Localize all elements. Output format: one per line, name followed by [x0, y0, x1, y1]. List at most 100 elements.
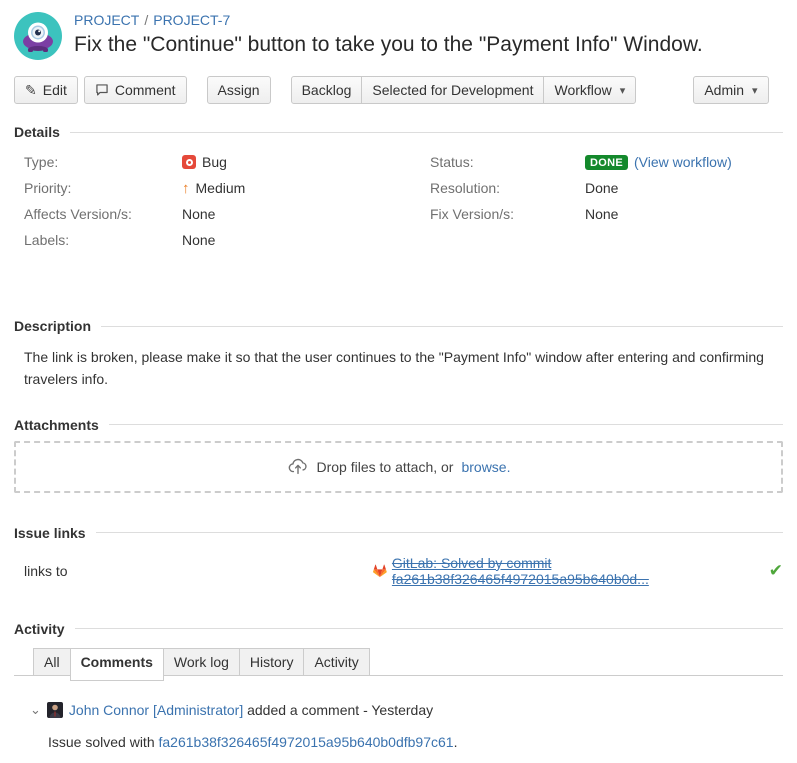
admin-dropdown-button[interactable]: Admin ▾	[693, 76, 768, 104]
issue-links-header: Issue links	[14, 525, 783, 541]
type-value: Bug	[202, 154, 227, 170]
assign-button[interactable]: Assign	[207, 76, 271, 104]
activity-module: Activity All Comments Work log History A…	[14, 621, 783, 750]
labels-value: None	[182, 232, 215, 248]
assign-button-label: Assign	[218, 82, 260, 98]
affects-version-row: Affects Version/s: None	[24, 204, 430, 224]
user-avatar	[47, 702, 63, 718]
type-row: Type: Bug	[24, 152, 430, 172]
status-badge: DONE	[585, 155, 628, 170]
browse-link[interactable]: browse.	[461, 459, 510, 475]
header-rule	[109, 424, 783, 425]
issue-page: PROJECT/PROJECT-7 Fix the "Continue" but…	[0, 0, 797, 750]
gitlab-commit-link[interactable]: GitLab: Solved by commit fa261b38f326465…	[392, 555, 753, 587]
activity-tabs: All Comments Work log History Activity	[14, 648, 783, 676]
details-left-column: Type: Bug Priority: ↑ Medium Affects Ver…	[24, 152, 430, 256]
comment-text-suffix: .	[454, 734, 458, 750]
attachments-module: Attachments Drop files to attach, or bro…	[14, 417, 783, 493]
comment-author-link[interactable]: John Connor [Administrator]	[69, 702, 243, 718]
attachments-header: Attachments	[14, 417, 783, 433]
labels-row: Labels: None	[24, 230, 430, 250]
comment-meta: ⌄ John Connor [Administrator] added a co…	[14, 702, 783, 718]
breadcrumb-separator: /	[139, 12, 153, 28]
backlog-button[interactable]: Backlog	[291, 76, 363, 104]
resolution-value: Done	[585, 180, 618, 196]
priority-row: Priority: ↑ Medium	[24, 178, 430, 198]
comment-body: Issue solved with fa261b38f326465f497201…	[48, 734, 783, 750]
activity-heading: Activity	[14, 621, 65, 637]
collapse-chevron-icon[interactable]: ⌄	[30, 702, 41, 718]
tab-work-log[interactable]: Work log	[163, 648, 240, 675]
workflow-button-group: Backlog Selected for Development Workflo…	[291, 76, 637, 104]
status-row: Status: DONE (View workflow)	[430, 152, 783, 172]
resolution-row: Resolution: Done	[430, 178, 783, 198]
header-rule	[101, 326, 783, 327]
priority-medium-icon: ↑	[182, 180, 190, 197]
issue-link-row: links to GitLab: Solved by commit fa261b…	[24, 555, 783, 587]
header-rule	[96, 532, 783, 533]
dropdown-caret-icon: ▾	[620, 84, 626, 97]
tab-activity[interactable]: Activity	[303, 648, 369, 675]
fix-version-row: Fix Version/s: None	[430, 204, 783, 224]
breadcrumb-project-link[interactable]: PROJECT	[74, 12, 139, 28]
tab-all[interactable]: All	[33, 648, 71, 675]
status-label: Status:	[430, 154, 585, 170]
breadcrumb: PROJECT/PROJECT-7	[74, 10, 703, 28]
attachments-heading: Attachments	[14, 417, 99, 433]
type-label: Type:	[24, 154, 182, 170]
gitlab-icon	[373, 563, 387, 579]
details-body: Type: Bug Priority: ↑ Medium Affects Ver…	[14, 152, 783, 256]
attachment-dropzone[interactable]: Drop files to attach, or browse.	[14, 441, 783, 493]
pencil-icon: ✎	[25, 82, 37, 99]
description-heading: Description	[14, 318, 91, 334]
link-relation-label: links to	[24, 563, 373, 579]
edit-button-label: Edit	[43, 82, 67, 98]
affects-version-value: None	[182, 206, 215, 222]
header-text: PROJECT/PROJECT-7 Fix the "Continue" but…	[74, 10, 703, 57]
selected-for-development-label: Selected for Development	[372, 82, 533, 98]
dropdown-caret-icon: ▾	[752, 84, 758, 97]
header-rule	[70, 132, 783, 133]
details-module: Details Type: Bug Priority: ↑ Medium	[14, 124, 783, 256]
comment-text: Issue solved with	[48, 734, 159, 750]
toolbar: ✎ Edit Comment Assign Backlog Selected f…	[14, 76, 783, 104]
activity-header: Activity	[14, 621, 783, 637]
user-avatar-icon	[47, 702, 63, 718]
issue-links-module: Issue links links to GitLab: Solved by c…	[14, 525, 783, 587]
issue-header: PROJECT/PROJECT-7 Fix the "Continue" but…	[14, 10, 783, 60]
tab-comments[interactable]: Comments	[70, 648, 164, 681]
comment-button[interactable]: Comment	[84, 76, 187, 104]
comment-block: ⌄ John Connor [Administrator] added a co…	[14, 702, 783, 750]
details-header: Details	[14, 124, 783, 140]
project-avatar[interactable]	[14, 12, 62, 60]
labels-label: Labels:	[24, 232, 182, 248]
comment-bubble-icon	[95, 83, 109, 97]
backlog-button-label: Backlog	[302, 82, 352, 98]
workflow-button-label: Workflow	[554, 82, 611, 98]
resolution-label: Resolution:	[430, 180, 585, 196]
comment-button-label: Comment	[115, 82, 176, 98]
selected-for-development-button[interactable]: Selected for Development	[361, 76, 544, 104]
details-right-column: Status: DONE (View workflow) Resolution:…	[430, 152, 783, 256]
affects-version-label: Affects Version/s:	[24, 206, 182, 222]
details-heading: Details	[14, 124, 60, 140]
description-text: The link is broken, please make it so th…	[24, 346, 783, 391]
page-title: Fix the "Continue" button to take you to…	[74, 33, 703, 57]
description-header: Description	[14, 318, 783, 334]
resolved-check-icon: ✔	[769, 561, 783, 581]
fix-version-label: Fix Version/s:	[430, 206, 585, 222]
description-module: Description The link is broken, please m…	[14, 318, 783, 391]
alien-avatar-icon	[14, 12, 62, 60]
commit-hash-link[interactable]: fa261b38f326465f4972015a95b640b0dfb97c61	[159, 734, 454, 750]
edit-button[interactable]: ✎ Edit	[14, 76, 78, 104]
header-rule	[75, 628, 783, 629]
tab-history[interactable]: History	[239, 648, 305, 675]
bug-type-icon	[182, 155, 196, 169]
priority-label: Priority:	[24, 180, 182, 196]
admin-button-label: Admin	[704, 82, 744, 98]
view-workflow-link[interactable]: (View workflow)	[634, 154, 732, 170]
upload-cloud-icon	[287, 456, 309, 478]
issue-links-heading: Issue links	[14, 525, 86, 541]
breadcrumb-issue-link[interactable]: PROJECT-7	[153, 12, 230, 28]
workflow-dropdown-button[interactable]: Workflow ▾	[543, 76, 636, 104]
